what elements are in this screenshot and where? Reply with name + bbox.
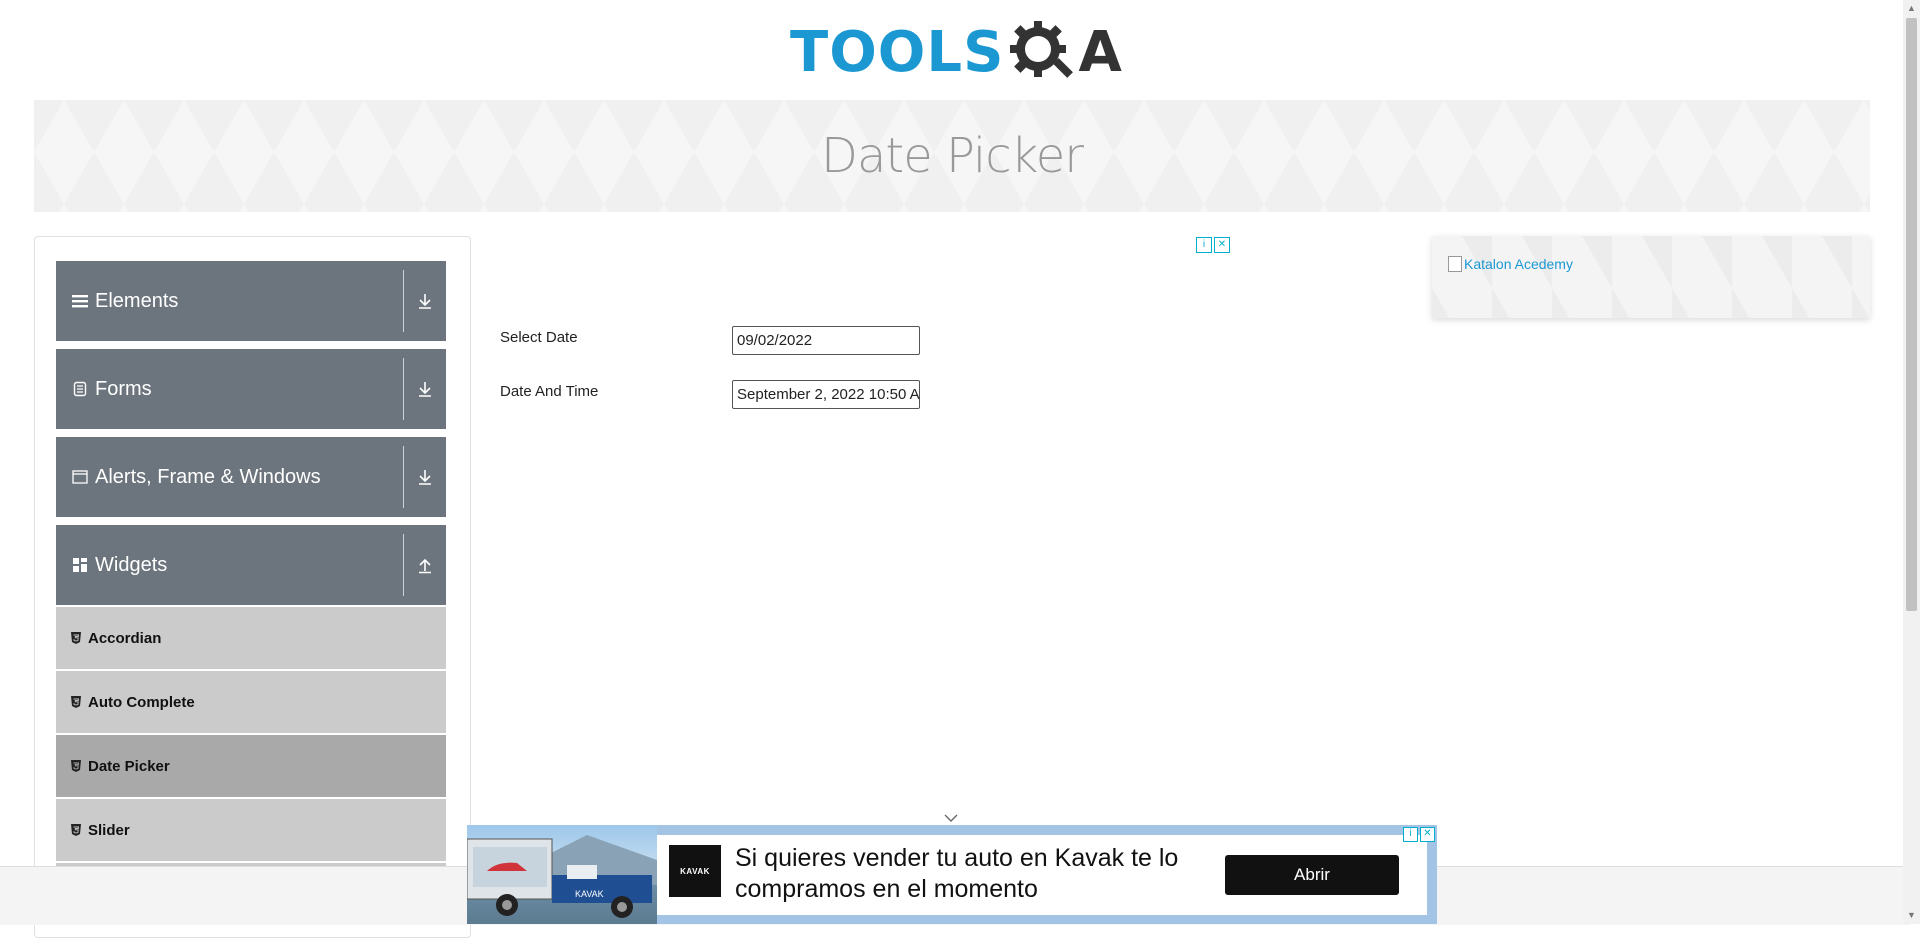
kavak-ad-panel: KAVAK Si quieres vender tu auto en Kavak… xyxy=(657,835,1427,915)
close-icon[interactable]: ✕ xyxy=(1420,827,1435,842)
sidebar-item-auto-complete[interactable]: Auto Complete xyxy=(56,671,446,733)
download-arrow-icon[interactable] xyxy=(404,380,446,398)
window-icon xyxy=(71,468,89,486)
kavak-ad[interactable]: KAVAK KAVAK Si quieres vender tu auto en… xyxy=(467,825,1437,924)
html5-icon xyxy=(71,632,81,644)
sidebar-group-alerts[interactable]: Alerts, Frame & Windows xyxy=(56,437,446,517)
page-scrollbar[interactable]: ▲ ▼ xyxy=(1903,0,1920,924)
date-and-time-label: Date And Time xyxy=(500,383,599,400)
page-banner: Date Picker xyxy=(34,100,1870,212)
date-and-time-input[interactable]: September 2, 2022 10:50 AM xyxy=(732,380,920,409)
kavak-ad-text: Si quieres vender tu auto en Kavak te lo… xyxy=(735,844,1179,903)
sidebar-group-label: Elements xyxy=(95,289,179,312)
katalon-ad-link[interactable]: Katalon Acedemy xyxy=(1448,256,1573,272)
broken-image-icon xyxy=(1448,256,1462,272)
sidebar-item-accordian[interactable]: Accordian xyxy=(56,607,446,669)
sidebar: Elements Forms Alerts, Frame & Windows W… xyxy=(34,236,471,938)
sidebar-item-label: Date Picker xyxy=(88,757,170,775)
page-title: Date Picker xyxy=(821,128,1084,184)
download-arrow-icon[interactable] xyxy=(404,468,446,486)
sidebar-group-widgets[interactable]: Widgets xyxy=(56,525,446,605)
info-icon[interactable]: i xyxy=(1403,827,1418,842)
ad-choices-badge[interactable]: i ✕ xyxy=(1403,827,1435,842)
grid-icon xyxy=(71,556,89,574)
sidebar-group-forms[interactable]: Forms xyxy=(56,349,446,429)
scrollbar-thumb[interactable] xyxy=(1906,18,1917,611)
select-date-label: Select Date xyxy=(500,329,578,346)
download-arrow-icon[interactable] xyxy=(404,292,446,310)
abrir-button[interactable]: Abrir xyxy=(1225,855,1399,895)
sidebar-group-label: Alerts, Frame & Windows xyxy=(95,465,321,488)
sidebar-item-label: Auto Complete xyxy=(88,693,195,711)
ad-choices-badge[interactable]: i ✕ xyxy=(1196,237,1230,253)
select-date-input[interactable]: 09/02/2022 xyxy=(732,326,920,355)
html5-icon xyxy=(71,696,81,708)
kavak-logo: KAVAK xyxy=(669,845,721,897)
sidebar-group-label: Forms xyxy=(95,377,152,400)
scroll-up-icon[interactable]: ▲ xyxy=(1903,0,1920,17)
truck-label: KAVAK xyxy=(575,889,604,899)
html5-icon xyxy=(71,824,81,836)
sidebar-item-label: Slider xyxy=(88,821,130,839)
sidebar-group-label: Widgets xyxy=(95,553,168,576)
sidebar-item-date-picker[interactable]: Date Picker xyxy=(56,735,446,797)
upload-arrow-icon[interactable] xyxy=(404,556,446,574)
truck-illustration: KAVAK xyxy=(467,835,657,918)
katalon-ad-text: Katalon Acedemy xyxy=(1464,256,1573,272)
info-icon[interactable]: i xyxy=(1196,237,1212,253)
document-icon xyxy=(71,380,89,398)
sidebar-group-elements[interactable]: Elements xyxy=(56,261,446,341)
sidebar-item-slider[interactable]: Slider xyxy=(56,799,446,861)
scroll-down-icon[interactable]: ▼ xyxy=(1903,907,1920,924)
close-icon[interactable]: ✕ xyxy=(1214,237,1230,253)
katalon-ad: Katalon Acedemy xyxy=(1432,236,1870,318)
truck-image: KAVAK xyxy=(467,825,657,924)
logo-text: TOOLS xyxy=(790,19,1005,85)
toolsqa-logo[interactable]: TOOLS A xyxy=(790,14,1122,90)
sidebar-item-label: Accordian xyxy=(88,629,162,647)
logo-suffix: A xyxy=(1078,19,1122,85)
hamburger-icon xyxy=(71,292,89,310)
magnifier-gear-icon xyxy=(1010,21,1074,78)
html5-icon xyxy=(71,760,81,772)
